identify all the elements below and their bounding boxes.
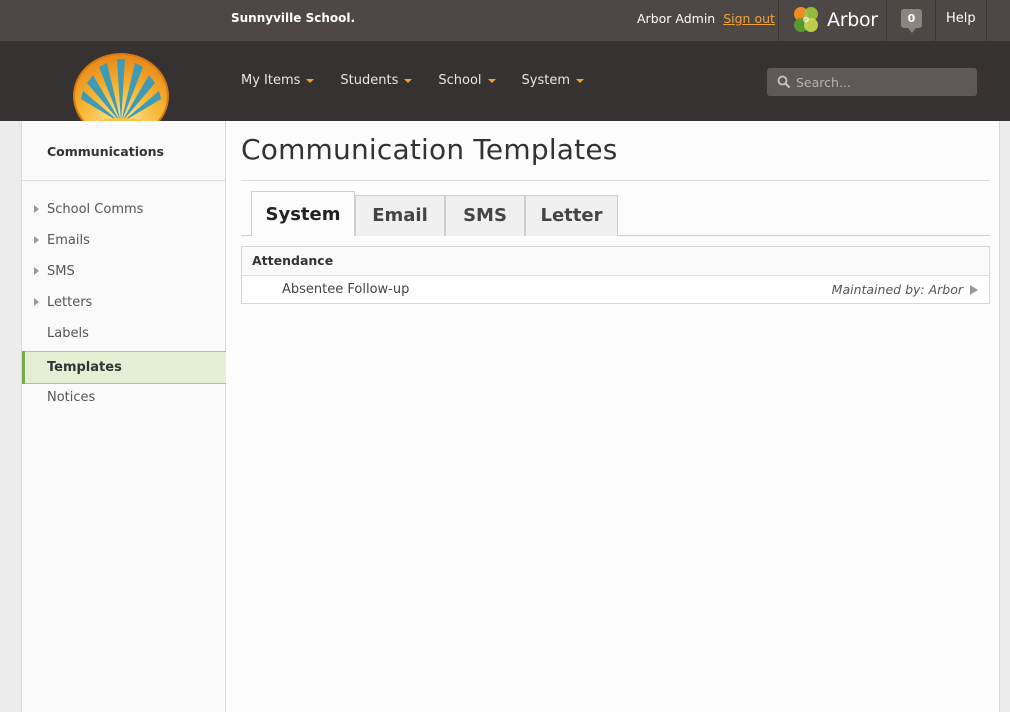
expand-arrow-icon[interactable]: [34, 205, 39, 213]
section-header: Attendance: [242, 247, 989, 276]
arbor-logo-icon: [794, 7, 818, 32]
sidebar-item-sms[interactable]: SMS: [22, 256, 225, 287]
arbor-wordmark: Arbor: [827, 9, 878, 31]
user-name[interactable]: Arbor Admin: [637, 11, 715, 26]
divider: [935, 0, 936, 41]
maintained-by: Maintained by: Arbor: [831, 282, 963, 297]
tab-sms[interactable]: SMS: [445, 195, 525, 236]
tab-letter[interactable]: Letter: [525, 195, 618, 236]
help-link[interactable]: Help: [946, 11, 976, 26]
main-content: Communication Templates System Email SMS…: [226, 121, 1000, 712]
expand-arrow-icon[interactable]: [34, 267, 39, 275]
search-icon: [777, 75, 791, 89]
search-input[interactable]: [796, 74, 966, 90]
sidebar-item-templates[interactable]: Templates: [22, 351, 237, 384]
divider: [778, 0, 779, 41]
nav-system[interactable]: System: [522, 73, 585, 88]
sidebar-item-emails[interactable]: Emails: [22, 225, 225, 256]
chevron-down-icon: [576, 78, 585, 83]
sidebar-item-school-comms[interactable]: School Comms: [22, 194, 225, 225]
templates-panel: Attendance Absentee Follow-up Maintained…: [241, 246, 990, 304]
sidebar: Communications School Comms Emails SMS L…: [21, 121, 237, 712]
expand-arrow-icon[interactable]: [34, 236, 39, 244]
sidebar-title: Communications: [47, 144, 164, 159]
notifications-badge[interactable]: 0: [901, 9, 922, 33]
nav-my-items[interactable]: My Items: [241, 73, 315, 88]
sidebar-item-notices[interactable]: Notices: [22, 382, 225, 413]
template-name: Absentee Follow-up: [282, 282, 410, 297]
sidebar-item-labels[interactable]: Labels: [22, 318, 225, 349]
sidebar-item-letters[interactable]: Letters: [22, 287, 225, 318]
tab-system[interactable]: System: [251, 191, 355, 236]
page-title: Communication Templates: [241, 133, 618, 166]
nav-menu: My Items Students School System: [241, 73, 610, 88]
chevron-right-icon: [970, 285, 978, 295]
main-nav-bar: My Items Students School System: [0, 41, 1010, 139]
nav-school[interactable]: School: [438, 73, 496, 88]
chevron-down-icon: [306, 78, 315, 83]
chevron-down-icon: [487, 78, 496, 83]
chevron-down-icon: [404, 78, 413, 83]
tab-email[interactable]: Email: [355, 195, 445, 236]
top-bar: Sunnyville School. Arbor Admin Sign out …: [0, 0, 1010, 41]
search-box[interactable]: [767, 68, 977, 96]
divider: [241, 180, 990, 181]
arbor-brand[interactable]: Arbor: [789, 3, 878, 37]
sign-out-link[interactable]: Sign out: [723, 11, 775, 26]
template-row[interactable]: Absentee Follow-up Maintained by: Arbor: [242, 276, 989, 303]
tab-bar: System Email SMS Letter: [241, 191, 990, 236]
divider: [986, 0, 987, 41]
divider: [22, 180, 225, 181]
divider: [886, 0, 887, 41]
school-name[interactable]: Sunnyville School.: [231, 11, 355, 25]
nav-students[interactable]: Students: [340, 73, 413, 88]
expand-arrow-icon[interactable]: [34, 298, 39, 306]
user-area: Arbor Admin Sign out: [637, 11, 775, 26]
